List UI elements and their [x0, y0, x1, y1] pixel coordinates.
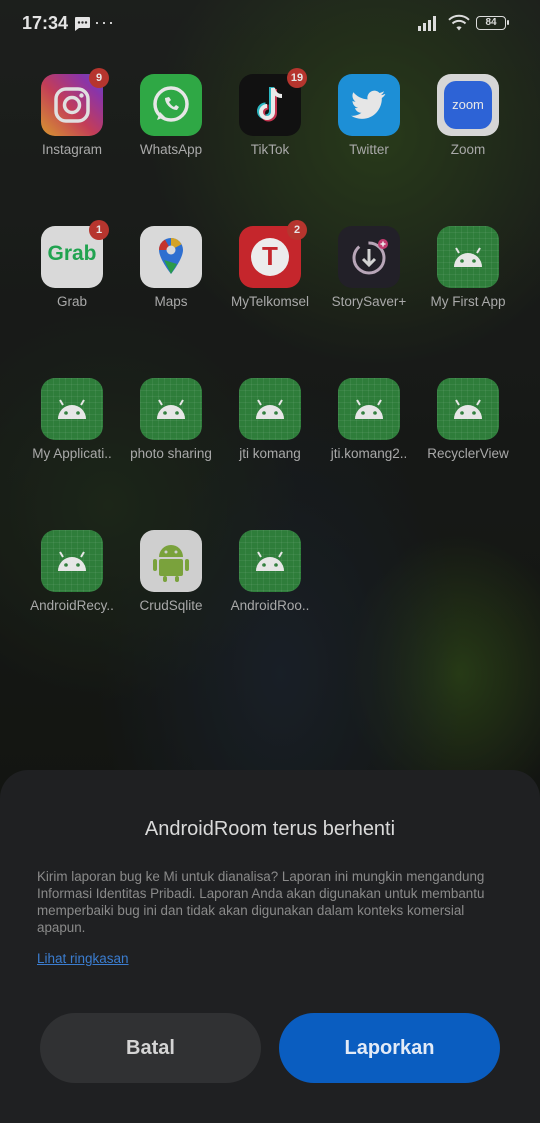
app-label: Zoom [450, 142, 486, 157]
android-icon [41, 530, 103, 592]
dialog-title: AndroidRoom terus berhenti [144, 818, 396, 840]
app-grab[interactable]: Grab 1 Grab [22, 220, 122, 309]
status-bar: 17:34 ··· 84 [0, 0, 540, 48]
app-my-application[interactable]: My Applicati.. [22, 378, 122, 461]
notification-badge: 2 [287, 220, 307, 240]
app-mytelkomsel[interactable]: T 2 MyTelkomsel [220, 220, 320, 309]
message-notification-icon [73, 16, 91, 37]
view-summary-link[interactable]: Lihat ringkasan [37, 951, 129, 966]
app-jti-komang[interactable]: jti komang [220, 378, 320, 461]
app-label: Twitter [349, 142, 389, 157]
maps-icon [140, 226, 202, 288]
app-storysaver[interactable]: StorySaver+ [319, 226, 419, 309]
grab-logo-text: Grab [47, 242, 97, 265]
app-my-first-app[interactable]: My First App [418, 226, 518, 309]
twitter-icon [338, 74, 400, 136]
report-button[interactable]: Laporkan [279, 1013, 500, 1083]
app-label: StorySaver+ [331, 294, 407, 309]
dialog-message: Kirim laporan bug ke Mi untuk dianalisa?… [37, 869, 485, 935]
android-icon [239, 530, 301, 592]
android-icon [437, 226, 499, 288]
app-androidrecy[interactable]: AndroidRecy.. [22, 530, 122, 613]
notification-badge: 1 [89, 220, 109, 240]
wifi-icon [448, 14, 470, 31]
android-icon [140, 378, 202, 440]
app-photo-sharing[interactable]: photo sharing [121, 378, 221, 461]
android-icon [437, 378, 499, 440]
app-label: Instagram [41, 142, 103, 157]
app-zoom[interactable]: zoom Zoom [418, 74, 518, 157]
notification-badge: 19 [287, 68, 307, 88]
android-icon [140, 530, 202, 592]
app-label: AndroidRoo.. [230, 598, 310, 613]
app-label: My First App [430, 294, 506, 309]
app-tiktok[interactable]: 19 TikTok [220, 68, 320, 157]
whatsapp-icon [140, 74, 202, 136]
app-label: jti komang [239, 446, 301, 461]
battery-indicator: 84 [476, 16, 509, 30]
android-icon [41, 378, 103, 440]
app-instagram[interactable]: 9 Instagram [22, 68, 122, 157]
app-twitter[interactable]: Twitter [319, 74, 419, 157]
app-jti-komang2[interactable]: jti.komang2.. [319, 378, 419, 461]
zoom-icon: zoom [437, 74, 499, 136]
storysaver-icon [338, 226, 400, 288]
app-recyclerview[interactable]: RecyclerView [418, 378, 518, 461]
app-androidroom[interactable]: AndroidRoo.. [220, 530, 320, 613]
app-label: Maps [154, 294, 188, 309]
app-label: MyTelkomsel [230, 294, 309, 309]
app-label: CrudSqlite [139, 598, 203, 613]
status-time: 17:34 [22, 13, 69, 33]
app-label: AndroidRecy.. [30, 598, 114, 613]
android-icon [338, 378, 400, 440]
app-label: jti.komang2.. [330, 446, 408, 461]
app-label: TikTok [250, 142, 290, 157]
app-maps[interactable]: Maps [121, 226, 221, 309]
app-label: photo sharing [130, 446, 212, 461]
app-label: My Applicati.. [32, 446, 112, 461]
cancel-button[interactable]: Batal [40, 1013, 261, 1083]
app-crudsqlite[interactable]: CrudSqlite [121, 530, 221, 613]
signal-icon [418, 16, 436, 31]
app-whatsapp[interactable]: WhatsApp [121, 74, 221, 157]
zoom-logo-text: zoom [444, 81, 492, 129]
android-icon [239, 378, 301, 440]
app-label: RecyclerView [427, 446, 509, 461]
app-label: WhatsApp [139, 142, 203, 157]
telkomsel-logo-text: T [262, 241, 278, 271]
more-notifications-indicator: ··· [94, 12, 115, 32]
notification-badge: 9 [89, 68, 109, 88]
app-label: Grab [56, 294, 87, 309]
